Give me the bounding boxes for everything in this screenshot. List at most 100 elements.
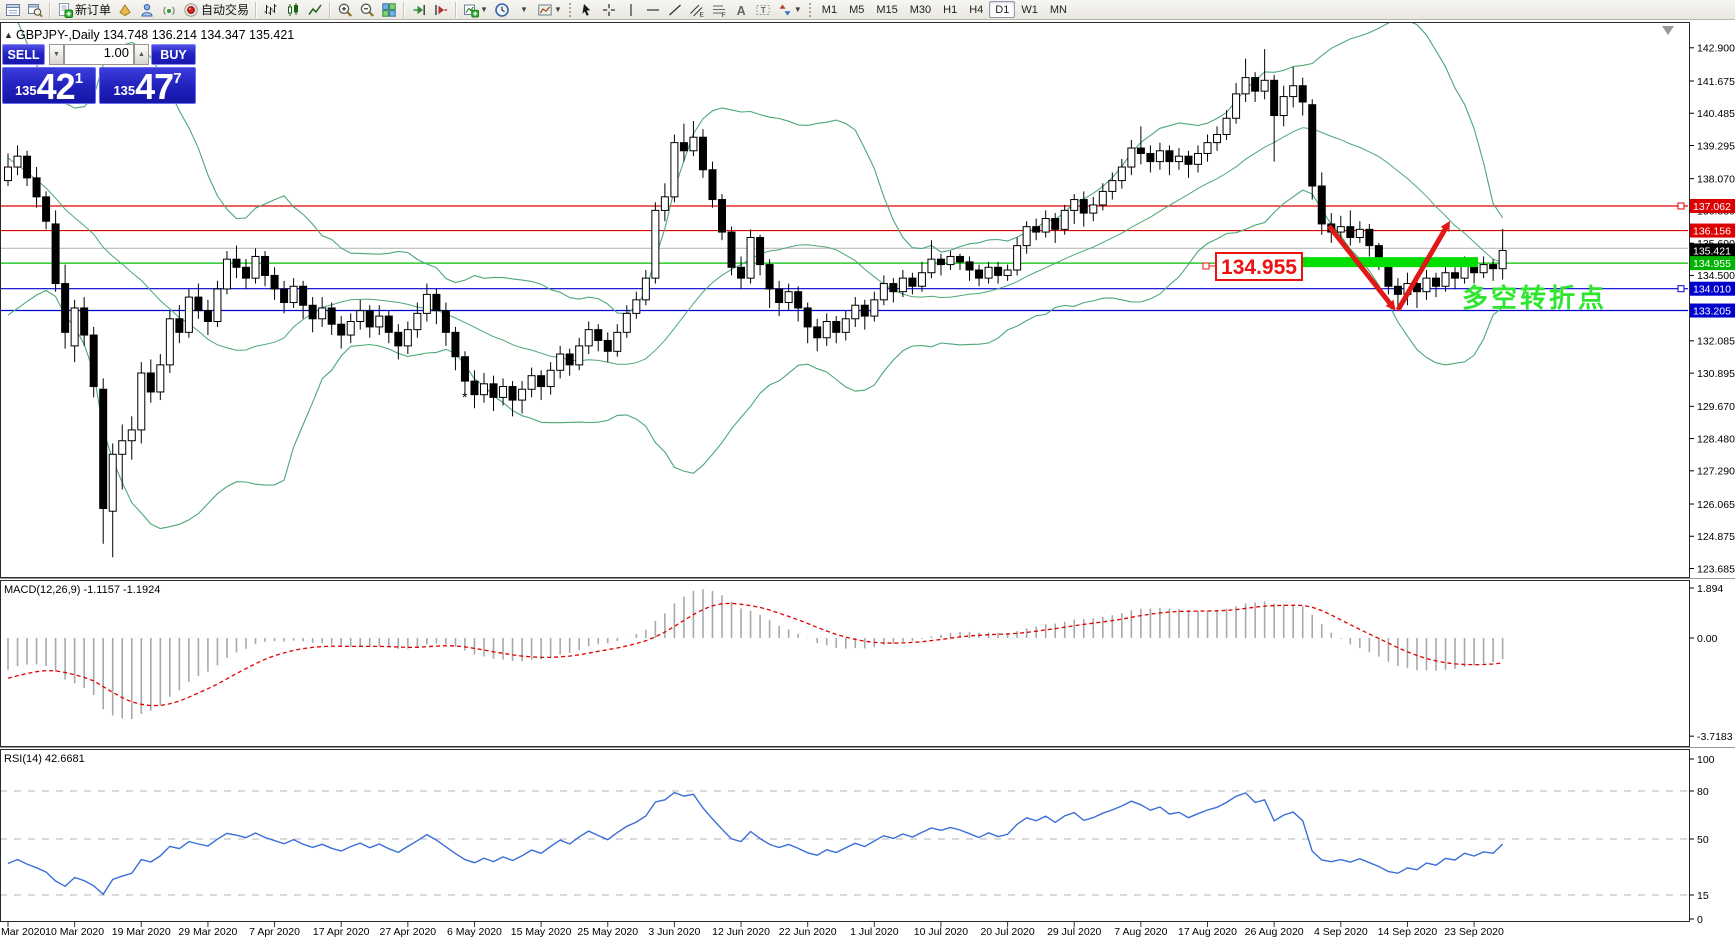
candle — [889, 283, 898, 293]
candle — [327, 307, 336, 325]
candle — [1184, 155, 1193, 165]
candle — [1108, 180, 1117, 192]
price-tick-label: 130.895 — [1697, 368, 1735, 380]
date-tick-label[interactable]: 7 Apr 2020 — [249, 926, 300, 938]
candle — [451, 331, 460, 358]
buy-price-pips: 47 — [135, 66, 174, 108]
candle — [1489, 264, 1498, 270]
buy-price-point: 7 — [173, 70, 182, 87]
candle — [518, 388, 527, 401]
one-click-collapse-icon[interactable]: ▲ — [4, 30, 13, 40]
candle — [775, 288, 784, 304]
date-tick-label[interactable]: 14 Sep 2020 — [1378, 926, 1438, 938]
star-marker[interactable]: * — [462, 389, 468, 405]
candle — [508, 386, 517, 401]
candle — [870, 299, 879, 317]
candle — [737, 266, 746, 279]
candle — [1013, 245, 1022, 271]
candle — [384, 315, 393, 333]
price-tick-label: 142.900 — [1697, 43, 1735, 55]
candle — [23, 155, 32, 179]
date-tick-label[interactable]: 7 Aug 2020 — [1114, 926, 1167, 938]
date-tick-label[interactable]: 15 May 2020 — [511, 926, 572, 938]
date-tick-label[interactable]: 10 Mar 2020 — [45, 926, 104, 938]
candle — [679, 142, 688, 152]
date-tick-label[interactable]: 25 May 2020 — [577, 926, 638, 938]
date-tick-label[interactable]: 27 Apr 2020 — [380, 926, 437, 938]
volume-input[interactable]: 1.00 — [64, 44, 134, 65]
sell-price-pips: 42 — [36, 66, 76, 108]
candle — [708, 169, 717, 201]
volume-decrease-button[interactable]: ▼ — [49, 44, 64, 65]
candle — [1365, 228, 1374, 247]
candle — [927, 258, 936, 274]
date-tick-label[interactable]: 26 Aug 2020 — [1245, 926, 1304, 938]
date-tick-label[interactable]: 3 Jun 2020 — [648, 926, 700, 938]
rsi-tick-label: 15 — [1697, 890, 1709, 902]
candle — [213, 288, 222, 323]
candle — [670, 142, 679, 198]
price-tick-label: 132.085 — [1697, 336, 1735, 348]
candle — [1355, 228, 1364, 238]
date-tick-label[interactable]: 20 Jul 2020 — [980, 926, 1034, 938]
candle — [280, 288, 289, 304]
date-tick-label[interactable]: 12 Jun 2020 — [712, 926, 770, 938]
candle — [1298, 85, 1307, 103]
date-tick-label[interactable]: 29 Jul 2020 — [1047, 926, 1101, 938]
line-handle[interactable] — [1677, 285, 1685, 293]
candle — [299, 285, 308, 306]
candle — [1251, 77, 1260, 92]
candle — [346, 321, 355, 336]
candle — [1060, 209, 1069, 230]
date-tick-label[interactable]: 10 Jul 2020 — [914, 926, 968, 938]
date-tick-label[interactable]: 17 Aug 2020 — [1178, 926, 1237, 938]
candle — [803, 307, 812, 328]
date-tick-label[interactable]: 23 Sep 2020 — [1444, 926, 1504, 938]
date-tick-label[interactable]: 4 Sep 2020 — [1314, 926, 1368, 938]
candle — [556, 353, 565, 371]
candle — [165, 318, 174, 366]
date-tick-label[interactable]: 17 Apr 2020 — [313, 926, 370, 938]
candle — [746, 236, 755, 279]
price-tick-label: 134.500 — [1697, 270, 1735, 282]
candle — [499, 386, 508, 398]
date-tick-label[interactable]: 19 Mar 2020 — [112, 926, 171, 938]
candle — [1165, 150, 1174, 163]
price-label-anchor[interactable] — [1202, 262, 1210, 270]
candle — [70, 307, 79, 347]
candle — [432, 293, 441, 312]
date-tick-label[interactable]: 22 Jun 2020 — [779, 926, 837, 938]
chart-canvas[interactable]: 134.955多空转折点*▲ GBPJPY-,Daily 134.748 136.… — [0, 0, 1735, 938]
date-tick-label[interactable]: Mar 2020 — [1, 926, 46, 938]
candle — [765, 264, 774, 290]
main-chart-panel[interactable] — [0, 22, 1690, 578]
candle — [1089, 204, 1098, 214]
price-label-text: 134.955 — [1221, 256, 1297, 279]
candle — [1451, 272, 1460, 279]
candle — [984, 266, 993, 279]
rsi-panel[interactable] — [0, 749, 1690, 922]
buy-price-display[interactable]: 135 47 7 — [99, 66, 196, 108]
price-tick-label: 123.685 — [1697, 563, 1735, 575]
turning-point-text[interactable]: 多空转折点 — [1462, 283, 1607, 313]
candle — [537, 375, 546, 388]
candle — [1117, 166, 1126, 182]
price-tick-label: 128.480 — [1697, 433, 1735, 445]
price-tick-label: 127.290 — [1697, 466, 1735, 478]
candle — [222, 258, 231, 290]
sell-price-display[interactable]: 135 42 1 — [2, 66, 96, 108]
date-tick-label[interactable]: 6 May 2020 — [447, 926, 502, 938]
sell-price-point: 1 — [74, 70, 84, 87]
price-badge-label: 135.421 — [1693, 245, 1731, 257]
candle — [365, 310, 374, 328]
candle — [118, 440, 127, 455]
date-tick-label[interactable]: 29 Mar 2020 — [178, 926, 237, 938]
buy-button[interactable]: BUY — [151, 44, 196, 65]
candle — [756, 236, 765, 266]
date-tick-label[interactable]: 1 Jul 2020 — [850, 926, 899, 938]
candle — [175, 318, 184, 333]
line-handle[interactable] — [1677, 202, 1685, 210]
sell-button[interactable]: SELL — [2, 44, 45, 65]
volume-increase-button[interactable]: ▲ — [134, 44, 149, 65]
candle — [1260, 79, 1269, 92]
